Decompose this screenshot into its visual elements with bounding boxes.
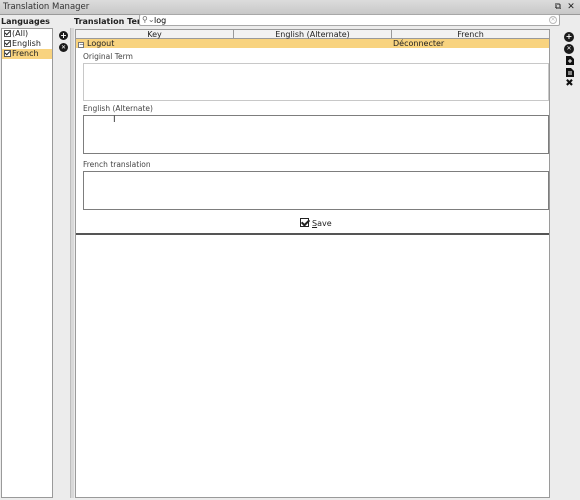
remove-term-icon[interactable]: ✕ (564, 44, 574, 54)
language-item-french[interactable]: French (2, 49, 52, 59)
window-title: Translation Manager (3, 2, 90, 12)
remove-language-icon[interactable]: ✕ (59, 43, 68, 52)
right-toolbar: + ✕ ✖ (562, 29, 578, 498)
column-header-key[interactable]: Key (76, 30, 234, 39)
clear-search-icon[interactable]: × (549, 16, 557, 24)
language-item-english[interactable]: English (2, 39, 52, 49)
language-label: (All) (12, 29, 29, 38)
language-checkbox[interactable] (4, 50, 11, 57)
save-button[interactable]: Save (300, 218, 332, 229)
language-label: French (12, 49, 39, 58)
column-header-french[interactable]: French (392, 30, 549, 39)
add-term-icon[interactable]: + (564, 32, 574, 42)
save-check-icon (300, 218, 309, 227)
term-search-box[interactable]: ⚲⌄ × (139, 14, 560, 26)
row-key-cell: − Logout (76, 39, 234, 48)
languages-list: (All) English French (1, 28, 53, 498)
close-window-icon[interactable]: ✕ (565, 1, 577, 13)
export-icon[interactable] (564, 67, 575, 78)
original-term-field (83, 63, 549, 101)
original-term-label: Original Term (83, 52, 133, 61)
french-translation-label: French translation (83, 160, 151, 169)
text-cursor-icon: Ι (113, 115, 116, 125)
term-detail-panel: Original Term English (Alternate) Ι Fren… (76, 49, 549, 234)
row-english-alternate-cell (234, 39, 392, 48)
language-item-all[interactable]: (All) (2, 29, 52, 39)
row-french-cell: Déconnecter (393, 39, 445, 48)
table-row[interactable]: − Logout Déconnecter (76, 39, 549, 48)
row-key-text: Logout (87, 39, 115, 48)
terms-grid: Key English (Alternate) French − Logout D… (75, 29, 550, 498)
english-alternate-label: English (Alternate) (83, 104, 153, 113)
add-language-icon[interactable]: + (59, 31, 68, 40)
term-search-input[interactable] (154, 15, 544, 25)
import-icon[interactable] (564, 55, 575, 66)
panel-splitter[interactable] (70, 28, 74, 498)
language-checkbox[interactable] (4, 30, 11, 37)
grid-header: Key English (Alternate) French (76, 30, 549, 39)
french-translation-field[interactable] (83, 171, 549, 210)
detail-separator (76, 233, 549, 235)
column-header-english-alternate[interactable]: English (Alternate) (234, 30, 392, 39)
language-label: English (12, 39, 41, 48)
search-icon: ⚲⌄ (142, 15, 155, 24)
collapse-row-icon[interactable]: − (78, 42, 84, 48)
languages-header: Languages (1, 17, 50, 26)
tools-icon[interactable]: ✖ (564, 78, 575, 89)
language-checkbox[interactable] (4, 40, 11, 47)
save-label-rest: ave (317, 219, 332, 228)
restore-window-icon[interactable]: ⧉ (552, 1, 564, 13)
window-titlebar: Translation Manager ⧉ ✕ (0, 0, 580, 15)
english-alternate-field[interactable] (83, 115, 549, 154)
